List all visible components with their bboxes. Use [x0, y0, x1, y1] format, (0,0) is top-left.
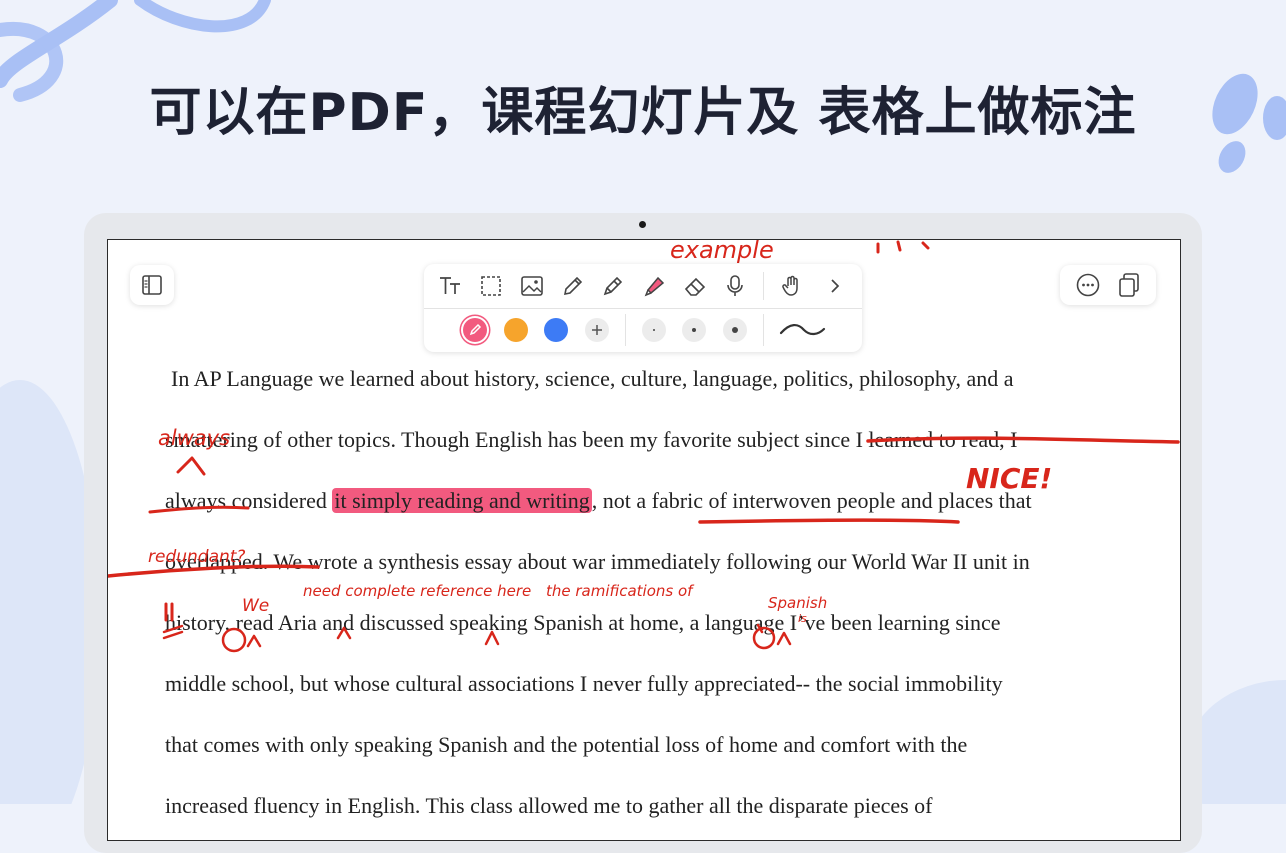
select-tool-button[interactable] [476, 271, 506, 301]
annotation-toolbar [424, 264, 862, 352]
ink-is: is [798, 612, 807, 625]
microphone-icon [727, 275, 743, 296]
ink-always: always [158, 426, 230, 450]
edit-color-icon [469, 323, 482, 336]
toolbar-divider [763, 314, 764, 346]
ink-ramifications: the ramifications of [546, 582, 695, 600]
app-screen: In AP Language we learned about history,… [107, 239, 1181, 841]
image-icon [521, 276, 543, 296]
top-right-actions [1060, 265, 1156, 305]
more-tools-button[interactable] [820, 271, 850, 301]
ink-we: We [242, 596, 269, 616]
pencil-tool-button[interactable] [558, 271, 588, 301]
ink-example: example [670, 240, 774, 264]
ink-spanish: Spanish [768, 594, 827, 612]
image-tool-button[interactable] [517, 271, 547, 301]
dot-large-icon [732, 327, 738, 333]
toolbar-divider [763, 272, 764, 300]
color-swatch-blue[interactable] [544, 318, 568, 342]
plus-icon [592, 325, 602, 335]
hand-tool-button[interactable] [777, 271, 807, 301]
stroke-size-small[interactable] [642, 318, 666, 342]
stroke-style-button[interactable] [778, 315, 826, 345]
toolbar-divider [625, 314, 626, 346]
text-tool-icon [440, 277, 460, 294]
chevron-right-icon [831, 279, 840, 293]
pen-tool-button[interactable] [598, 271, 628, 301]
tool-row [424, 264, 862, 308]
tablet-camera [639, 221, 646, 228]
select-rect-icon [481, 276, 501, 296]
pencil-icon [563, 276, 583, 296]
highlighter-icon [644, 276, 665, 297]
dot-medium-icon [692, 328, 696, 332]
sidebar-icon [142, 275, 162, 295]
add-color-button[interactable] [585, 318, 609, 342]
color-swatch-pink[interactable] [463, 318, 487, 342]
pen-icon [603, 276, 623, 296]
stroke-size-large[interactable] [723, 318, 747, 342]
sidebar-toggle-button[interactable] [130, 265, 174, 305]
ink-need-reference: need complete reference here [303, 582, 531, 600]
hand-gesture-icon [782, 275, 798, 296]
eraser-tool-button[interactable] [680, 271, 710, 301]
audio-record-button[interactable] [720, 271, 750, 301]
ink-nice: NICE! [966, 462, 1052, 495]
eraser-icon [684, 277, 706, 296]
more-options-icon[interactable] [1075, 272, 1101, 298]
stroke-size-medium[interactable] [682, 318, 706, 342]
dot-small-icon [653, 329, 655, 331]
style-row [424, 308, 862, 352]
color-swatch-orange[interactable] [504, 318, 528, 342]
copy-pages-icon[interactable] [1117, 272, 1141, 298]
ink-redundant: redundant? [148, 547, 245, 567]
highlighter-tool-button[interactable] [639, 271, 669, 301]
page-headline: 可以在PDF，课程幻灯片及 表格上做标注 [149, 83, 1137, 143]
wave-stroke-icon [779, 324, 826, 336]
text-tool-button[interactable] [436, 271, 466, 301]
